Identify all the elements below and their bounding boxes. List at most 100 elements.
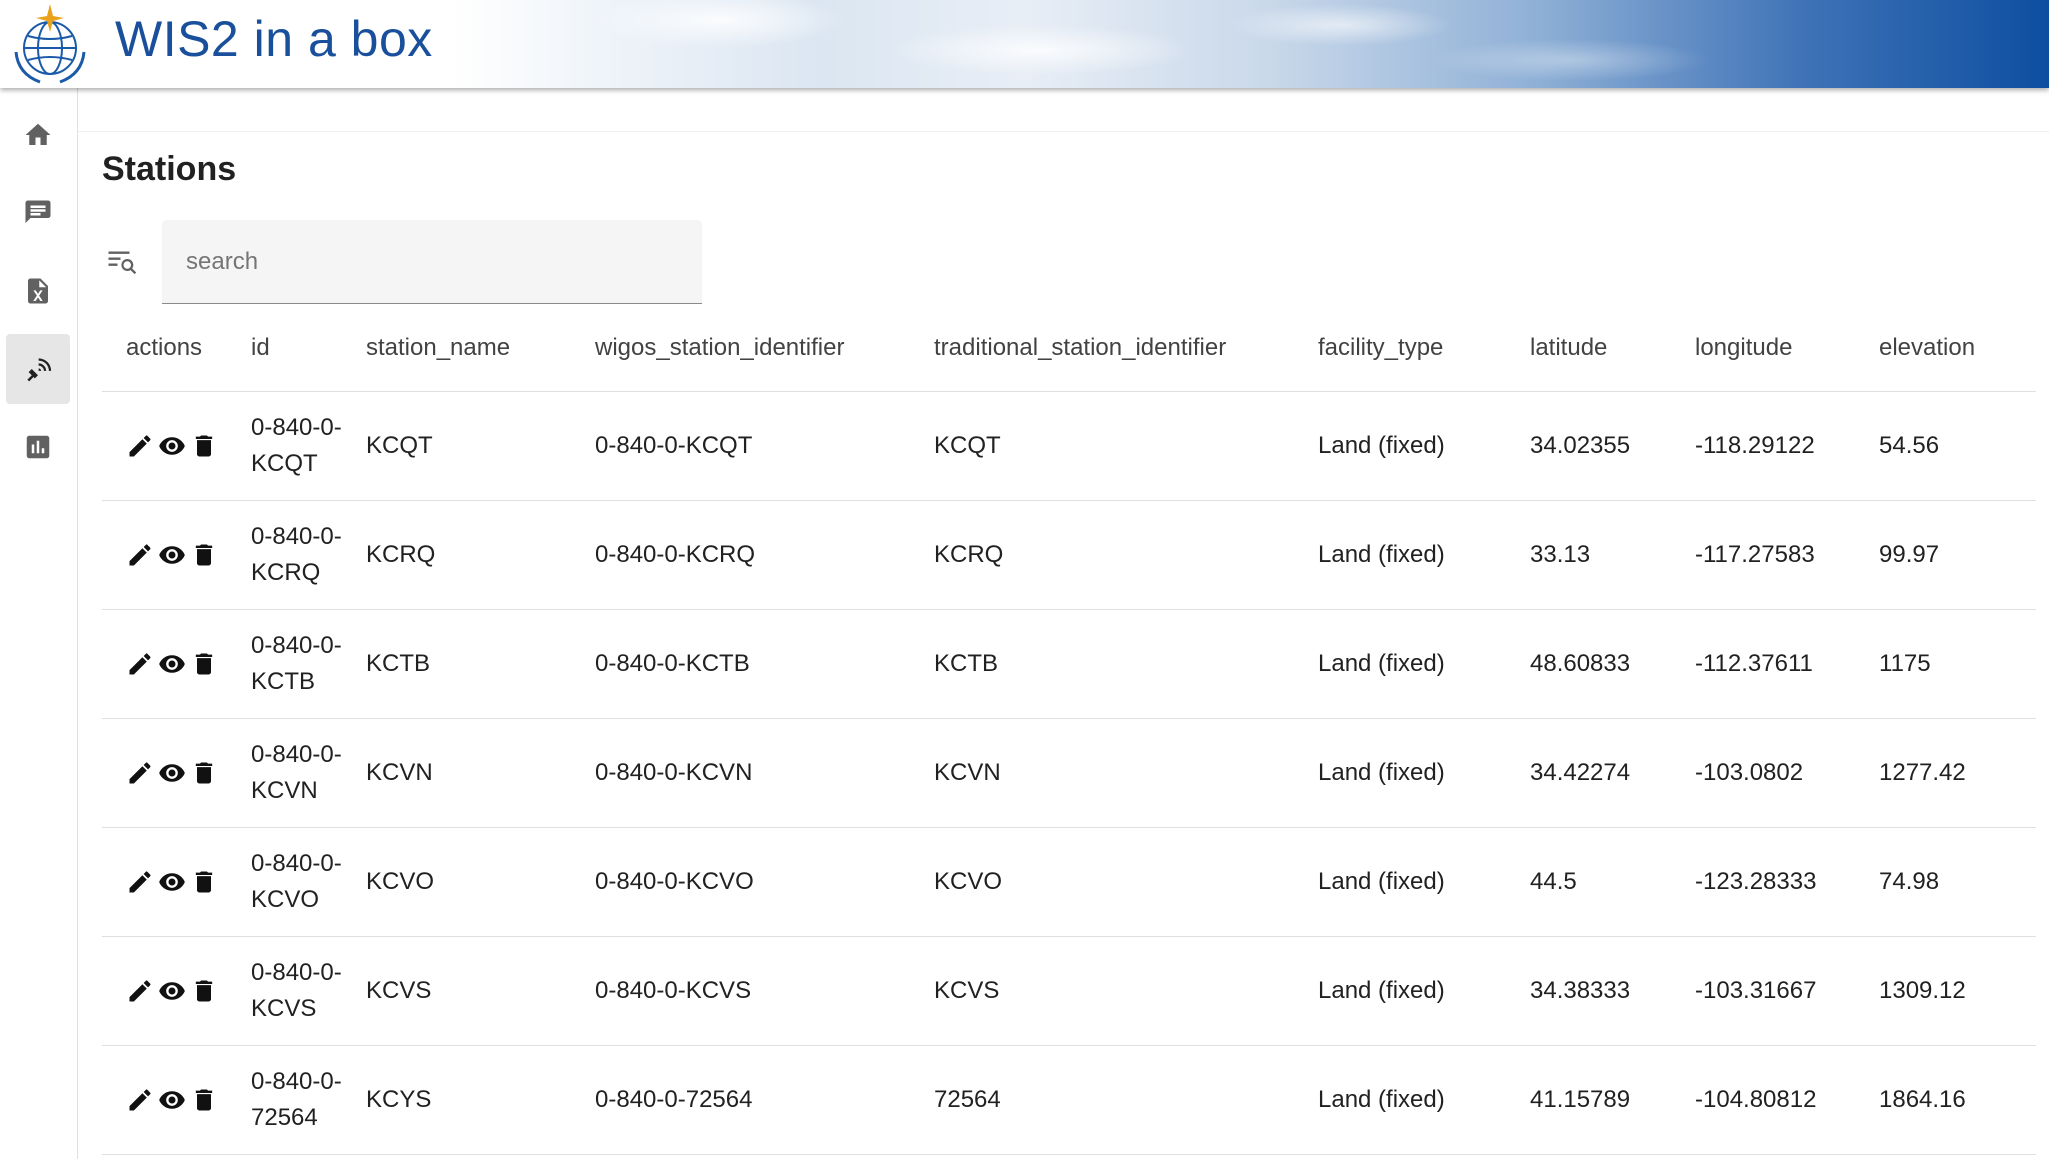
column-header-traditional-station-identifier[interactable]: traditional_station_identifier (910, 305, 1294, 392)
sidebar-nav (0, 88, 78, 1159)
table-row[interactable]: 0-840-0-KCVO KCVO 0-840-0-KCVO KCVO Land (fi… (102, 827, 2036, 937)
pencil-icon (129, 980, 151, 1002)
column-header-wigos-station-identifier[interactable]: wigos_station_identifier (571, 305, 910, 392)
cell-elevation: 1277.42 (1855, 718, 2036, 828)
trash-icon (195, 1089, 213, 1111)
cell-longitude: -123.28333 (1671, 827, 1855, 937)
stations-table: actions id station_name wigos_station_id… (102, 305, 2036, 1155)
cell-station-name: KCVS (342, 936, 571, 1046)
delete-button[interactable] (190, 759, 218, 787)
cell-id: 0-840-0-KCVO (227, 827, 342, 937)
eye-icon (159, 764, 185, 782)
app-header: WIS2 in a box (0, 0, 2049, 88)
search-input[interactable] (162, 220, 702, 303)
edit-button[interactable] (126, 759, 154, 787)
edit-button[interactable] (126, 977, 154, 1005)
excel-file-icon (28, 278, 48, 304)
edit-button[interactable] (126, 868, 154, 896)
edit-button[interactable] (126, 432, 154, 460)
column-header-facility-type[interactable]: facility_type (1294, 305, 1506, 392)
cell-facility-type: Land (fixed) (1294, 500, 1506, 610)
cell-facility-type: Land (fixed) (1294, 391, 1506, 501)
cell-wigos-station-identifier: 0-840-0-KCRQ (571, 500, 910, 610)
cell-longitude: -117.27583 (1671, 500, 1855, 610)
cell-latitude: 33.13 (1506, 500, 1671, 610)
edit-button[interactable] (126, 1086, 154, 1114)
cell-elevation: 54.56 (1855, 391, 2036, 501)
station-antenna-icon (27, 358, 52, 382)
actions-cell (102, 936, 227, 1046)
trash-icon (195, 653, 213, 675)
cell-id: 0-840-0-KCVS (227, 936, 342, 1046)
delete-button[interactable] (190, 1086, 218, 1114)
edit-button[interactable] (126, 650, 154, 678)
table-row[interactable]: 0-840-0-72564 KCYS 0-840-0-72564 72564 Land … (102, 1045, 2036, 1155)
column-header-actions[interactable]: actions (102, 305, 227, 392)
cell-station-name: KCVO (342, 827, 571, 937)
cell-traditional-station-identifier: KCQT (910, 391, 1294, 501)
delete-button[interactable] (190, 868, 218, 896)
row-actions (126, 432, 227, 460)
cell-id: 0-840-0-KCTB (227, 609, 342, 719)
pencil-icon (129, 435, 151, 457)
actions-cell (102, 500, 227, 610)
row-actions (126, 868, 227, 896)
row-actions (126, 977, 227, 1005)
table-header-row: actions id station_name wigos_station_id… (102, 305, 2036, 392)
sidebar-item-data-upload[interactable] (6, 256, 70, 326)
sidebar-item-notifications[interactable] (6, 178, 70, 248)
cell-wigos-station-identifier: 0-840-0-KCVO (571, 827, 910, 937)
trash-icon (195, 871, 213, 893)
view-button[interactable] (158, 1086, 186, 1114)
delete-button[interactable] (190, 650, 218, 678)
filter-search-icon[interactable] (104, 244, 140, 280)
divider (78, 131, 2049, 132)
actions-cell (102, 718, 227, 828)
row-actions (126, 650, 227, 678)
delete-button[interactable] (190, 432, 218, 460)
trash-icon (195, 544, 213, 566)
sidebar-item-home[interactable] (6, 100, 70, 170)
cell-latitude: 44.5 (1506, 827, 1671, 937)
sidebar-item-monitoring[interactable] (6, 412, 70, 482)
sidebar-item-stations[interactable] (6, 334, 70, 404)
table-row[interactable]: 0-840-0-KCRQ KCRQ 0-840-0-KCRQ KCRQ Land (fi… (102, 500, 2036, 610)
view-button[interactable] (158, 541, 186, 569)
view-button[interactable] (158, 759, 186, 787)
cell-latitude: 41.15789 (1506, 1045, 1671, 1155)
view-button[interactable] (158, 977, 186, 1005)
cell-wigos-station-identifier: 0-840-0-KCQT (571, 391, 910, 501)
delete-button[interactable] (190, 541, 218, 569)
column-header-elevation[interactable]: elevation (1855, 305, 2036, 392)
home-icon (25, 123, 51, 145)
eye-icon (159, 1091, 185, 1109)
cell-elevation: 1864.16 (1855, 1045, 2036, 1155)
edit-button[interactable] (126, 541, 154, 569)
search-field[interactable] (162, 220, 702, 304)
cell-traditional-station-identifier: KCVO (910, 827, 1294, 937)
column-header-latitude[interactable]: latitude (1506, 305, 1671, 392)
pencil-icon (129, 1089, 151, 1111)
table-row[interactable]: 0-840-0-KCVS KCVS 0-840-0-KCVS KCVS Land (fi… (102, 936, 2036, 1046)
cell-longitude: -104.80812 (1671, 1045, 1855, 1155)
column-header-longitude[interactable]: longitude (1671, 305, 1855, 392)
row-actions (126, 1086, 227, 1114)
column-header-id[interactable]: id (227, 305, 342, 392)
cell-elevation: 74.98 (1855, 827, 2036, 937)
cell-station-name: KCVN (342, 718, 571, 828)
table-row[interactable]: 0-840-0-KCTB KCTB 0-840-0-KCTB KCTB Land (fi… (102, 609, 2036, 719)
table-row[interactable]: 0-840-0-KCQT KCQT 0-840-0-KCQT KCQT Land (fi… (102, 391, 2036, 501)
eye-icon (159, 546, 185, 564)
cell-traditional-station-identifier: 72564 (910, 1045, 1294, 1155)
header-cloud-banner (520, 0, 1720, 88)
cell-station-name: KCYS (342, 1045, 571, 1155)
cell-traditional-station-identifier: KCVN (910, 718, 1294, 828)
table-row[interactable]: 0-840-0-KCVN KCVN 0-840-0-KCVN KCVN Land (fi… (102, 718, 2036, 828)
column-header-station-name[interactable]: station_name (342, 305, 571, 392)
view-button[interactable] (158, 868, 186, 896)
delete-button[interactable] (190, 977, 218, 1005)
view-button[interactable] (158, 650, 186, 678)
main-content: Stations actions id station_name wigos_s… (78, 88, 2049, 1159)
cell-elevation: 99.97 (1855, 500, 2036, 610)
view-button[interactable] (158, 432, 186, 460)
